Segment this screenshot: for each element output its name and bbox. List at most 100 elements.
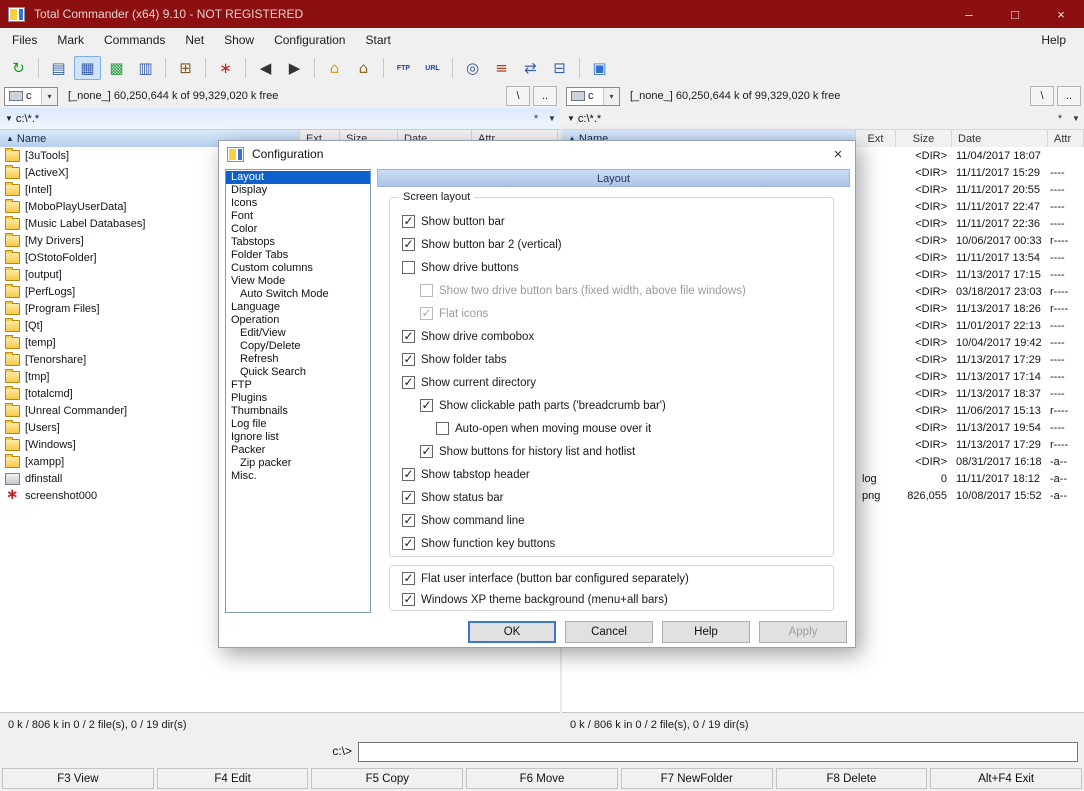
checkbox-show-drive-combobox[interactable]: ✓ Show drive combobox [402, 325, 833, 348]
left-up-button[interactable]: .. [533, 86, 557, 106]
dialog-titlebar[interactable]: Configuration × [219, 141, 855, 167]
right-root-button[interactable]: \ [1030, 86, 1054, 106]
checkbox-show-folder-tabs[interactable]: ✓ Show folder tabs [402, 348, 833, 371]
custom-columns-icon[interactable]: ∗ [212, 56, 239, 80]
menu-mark[interactable]: Mark [47, 28, 94, 52]
category-icons[interactable]: Icons [226, 197, 370, 210]
left-path-bar[interactable]: ▼ c:\*.* * ▼ [0, 108, 560, 130]
left-hotlist-star-button[interactable]: * [528, 110, 544, 128]
checkbox-show-buttons-for-history-list-and-hotlist[interactable]: ✓ Show buttons for history list and hotli… [420, 440, 833, 463]
category-language[interactable]: Language [226, 301, 370, 314]
category-misc[interactable]: Misc. [226, 470, 370, 483]
help-button[interactable]: Help [662, 621, 750, 643]
checkbox-show-current-directory[interactable]: ✓ Show current directory [402, 371, 833, 394]
checkbox-auto-open-when-moving-mouse-over-it[interactable]: Auto-open when moving mouse over it [436, 417, 833, 440]
menu-start[interactable]: Start [355, 28, 400, 52]
category-view-mode[interactable]: View Mode [226, 275, 370, 288]
back-icon[interactable]: ◀ [252, 56, 279, 80]
right-path-bar[interactable]: ▼ c:\*.* * ▼ [562, 108, 1084, 130]
left-drive-combobox[interactable]: c ▾ [4, 86, 58, 106]
menu-help[interactable]: Help [1031, 28, 1076, 52]
cancel-button[interactable]: Cancel [565, 621, 653, 643]
fkey-alt-f4-exit-button[interactable]: Alt+F4 Exit [930, 768, 1083, 789]
category-ftp[interactable]: FTP [226, 379, 370, 392]
right-drive-combobox[interactable]: c ▾ [566, 86, 620, 106]
checkbox-show-clickable-path-parts-breadcrumb-bar[interactable]: ✓ Show clickable path parts ('breadcrumb … [420, 394, 833, 417]
column-header-attr[interactable]: Attr [1048, 130, 1084, 147]
fkey-f3-view-button[interactable]: F3 View [2, 768, 154, 789]
category-packer[interactable]: Packer [226, 444, 370, 457]
breadcrumb-dropdown-icon[interactable]: ▼ [567, 114, 575, 123]
checkbox-show-command-line[interactable]: ✓ Show command line [402, 509, 833, 532]
checkbox-show-status-bar[interactable]: ✓ Show status bar [402, 486, 833, 509]
breadcrumb-dropdown-icon[interactable]: ▼ [5, 114, 13, 123]
brief-view-icon[interactable]: ▤ [45, 56, 72, 80]
menu-configuration[interactable]: Configuration [264, 28, 355, 52]
close-icon[interactable]: × [1038, 0, 1084, 28]
command-line-input[interactable] [358, 742, 1078, 762]
sync-dirs-icon[interactable]: ⇄ [517, 56, 544, 80]
quick-view-icon[interactable]: ▥ [132, 56, 159, 80]
menu-commands[interactable]: Commands [94, 28, 175, 52]
category-edit-view[interactable]: Edit/View [226, 327, 370, 340]
category-log-file[interactable]: Log file [226, 418, 370, 431]
fkey-f7-newfolder-button[interactable]: F7 NewFolder [620, 768, 773, 789]
category-layout[interactable]: Layout [226, 171, 370, 184]
chevron-down-icon[interactable]: ▾ [603, 87, 619, 105]
column-header-date[interactable]: Date [952, 130, 1048, 147]
category-copy-delete[interactable]: Copy/Delete [226, 340, 370, 353]
fkey-f8-delete-button[interactable]: F8 Delete [775, 768, 928, 789]
calculator-icon[interactable]: ▣ [586, 56, 613, 80]
compare-icon[interactable]: ≡ [488, 56, 515, 80]
fkey-f6-move-button[interactable]: F6 Move [466, 768, 618, 789]
checkbox-show-button-bar-2-vertical[interactable]: ✓ Show button bar 2 (vertical) [402, 233, 833, 256]
checkbox-show-button-bar[interactable]: ✓ Show button bar [402, 210, 833, 233]
category-font[interactable]: Font [226, 210, 370, 223]
category-quick-search[interactable]: Quick Search [226, 366, 370, 379]
menu-net[interactable]: Net [175, 28, 214, 52]
category-display[interactable]: Display [226, 184, 370, 197]
network-icon[interactable]: ⊟ [546, 56, 573, 80]
column-header-ext[interactable]: Ext [856, 130, 896, 147]
minimize-icon[interactable]: – [946, 0, 992, 28]
checkbox-flat-user-interface-button-bar-configured-separately[interactable]: ✓ Flat user interface (button bar configu… [402, 568, 833, 589]
category-auto-switch-mode[interactable]: Auto Switch Mode [226, 288, 370, 301]
ftp-show-icon[interactable]: FTP [390, 56, 417, 80]
ftp-connect-icon[interactable]: ⌂ [321, 56, 348, 80]
maximize-icon[interactable]: □ [992, 0, 1038, 28]
left-root-button[interactable]: \ [506, 86, 530, 106]
forward-icon[interactable]: ▶ [281, 56, 308, 80]
category-plugins[interactable]: Plugins [226, 392, 370, 405]
thumbnails-view-icon[interactable]: ▩ [103, 56, 130, 80]
refresh-icon[interactable]: ↻ [5, 56, 32, 80]
category-operation[interactable]: Operation [226, 314, 370, 327]
category-thumbnails[interactable]: Thumbnails [226, 405, 370, 418]
right-up-button[interactable]: .. [1057, 86, 1081, 106]
checkbox-windows-xp-theme-background-menu-all-bars[interactable]: ✓ Windows XP theme background (menu+all b… [402, 589, 833, 610]
right-history-button[interactable]: ▼ [1068, 110, 1084, 128]
right-hotlist-star-button[interactable]: * [1052, 110, 1068, 128]
left-history-button[interactable]: ▼ [544, 110, 560, 128]
chevron-down-icon[interactable]: ▾ [41, 87, 57, 105]
ok-button[interactable]: OK [468, 621, 556, 643]
find-files-icon[interactable]: ◎ [459, 56, 486, 80]
fkey-f4-edit-button[interactable]: F4 Edit [156, 768, 309, 789]
full-view-icon[interactable]: ▦ [74, 56, 101, 80]
url-icon[interactable]: URL [419, 56, 446, 80]
ftp-disconnect-icon[interactable]: ⌂ [350, 56, 377, 80]
category-refresh[interactable]: Refresh [226, 353, 370, 366]
category-folder-tabs[interactable]: Folder Tabs [226, 249, 370, 262]
menu-files[interactable]: Files [2, 28, 47, 52]
menu-show[interactable]: Show [214, 28, 264, 52]
fkey-f5-copy-button[interactable]: F5 Copy [311, 768, 464, 789]
checkbox-show-function-key-buttons[interactable]: ✓ Show function key buttons [402, 532, 833, 555]
checkbox-show-tabstop-header[interactable]: ✓ Show tabstop header [402, 463, 833, 486]
category-ignore-list[interactable]: Ignore list [226, 431, 370, 444]
category-color[interactable]: Color [226, 223, 370, 236]
dialog-close-icon[interactable]: × [821, 141, 855, 167]
tree-view-icon[interactable]: ⊞ [172, 56, 199, 80]
checkbox-show-drive-buttons[interactable]: Show drive buttons [402, 256, 833, 279]
category-zip-packer[interactable]: Zip packer [226, 457, 370, 470]
category-custom-columns[interactable]: Custom columns [226, 262, 370, 275]
category-tabstops[interactable]: Tabstops [226, 236, 370, 249]
